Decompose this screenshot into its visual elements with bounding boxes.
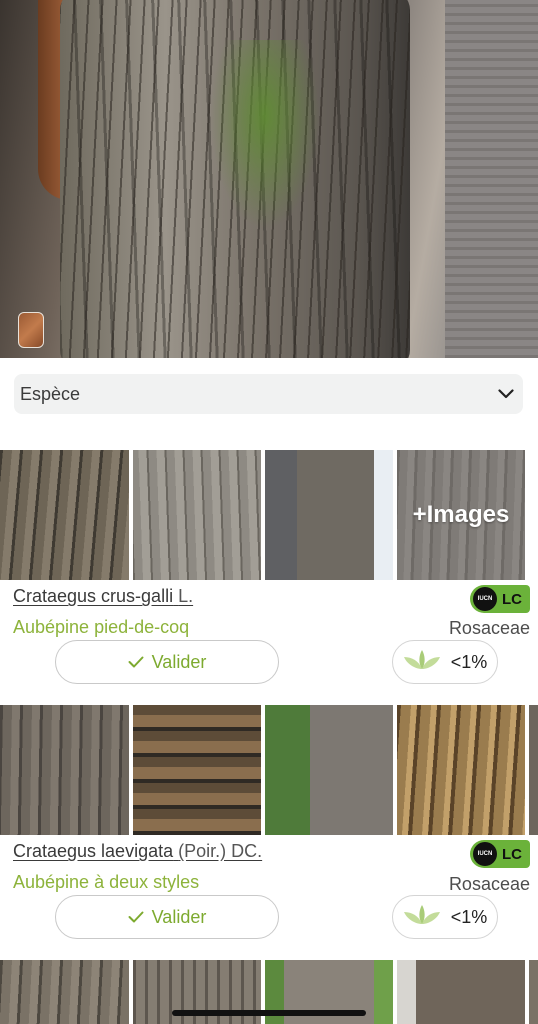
iucn-code: LC <box>502 845 522 863</box>
result-image[interactable] <box>0 705 129 835</box>
chevron-down-icon <box>497 385 515 403</box>
validate-button[interactable]: Valider <box>55 895 279 939</box>
iucn-status-badge: IUCN LC <box>470 585 530 613</box>
result-image[interactable] <box>133 705 261 835</box>
rank-filter-value: Espèce <box>20 383 81 404</box>
result-1-gallery: +Images <box>0 450 538 580</box>
result-2-family: Rosaceae <box>448 874 530 894</box>
iucn-logo: IUCN <box>473 587 497 611</box>
result-image[interactable] <box>133 450 261 580</box>
scientific-author: L. <box>178 586 194 606</box>
validate-label: Valider <box>151 651 207 672</box>
leaf-icon <box>403 649 441 676</box>
iucn-logo: IUCN <box>473 842 497 866</box>
result-1-family: Rosaceae <box>448 618 530 638</box>
scientific-name: Crataegus crus-galli <box>13 586 174 606</box>
confidence-value: <1% <box>450 906 488 927</box>
organ-thumbnail[interactable] <box>18 312 44 348</box>
scientific-name: Crataegus laevigata <box>13 841 174 861</box>
rank-filter-dropdown[interactable]: Espèce <box>14 374 523 414</box>
result-1-common-name: Aubépine pied-de-coq <box>13 617 190 637</box>
leaf-icon <box>403 904 441 931</box>
result-image[interactable] <box>265 705 393 835</box>
result-2-gallery <box>0 705 538 835</box>
result-image[interactable] <box>529 705 538 835</box>
validate-label: Valider <box>151 906 207 927</box>
more-images-label: +Images <box>412 501 510 528</box>
photo-moss <box>210 40 320 230</box>
result-1-scientific-name[interactable]: Crataegus crus-galli L. <box>13 586 193 607</box>
confidence-badge[interactable]: <1% <box>392 895 498 939</box>
result-image[interactable] <box>529 960 538 1024</box>
scientific-author: (Poir.) DC. <box>178 841 263 861</box>
result-2-common-name: Aubépine à deux styles <box>13 872 200 892</box>
photo-post <box>445 0 538 358</box>
confidence-value: <1% <box>450 651 488 672</box>
check-icon <box>128 907 144 928</box>
confidence-badge[interactable]: <1% <box>392 640 498 684</box>
result-image[interactable] <box>397 960 525 1024</box>
result-image[interactable] <box>0 450 129 580</box>
result-image[interactable] <box>0 960 129 1024</box>
result-image[interactable] <box>265 450 393 580</box>
result-image[interactable] <box>397 705 525 835</box>
iucn-code: LC <box>502 590 522 608</box>
iucn-status-badge: IUCN LC <box>470 840 530 868</box>
home-indicator <box>172 1010 366 1016</box>
result-2-scientific-name[interactable]: Crataegus laevigata (Poir.) DC. <box>13 841 262 862</box>
more-images-button[interactable]: +Images <box>397 450 525 580</box>
check-icon <box>128 652 144 673</box>
validate-button[interactable]: Valider <box>55 640 279 684</box>
observation-photo[interactable] <box>0 0 538 358</box>
